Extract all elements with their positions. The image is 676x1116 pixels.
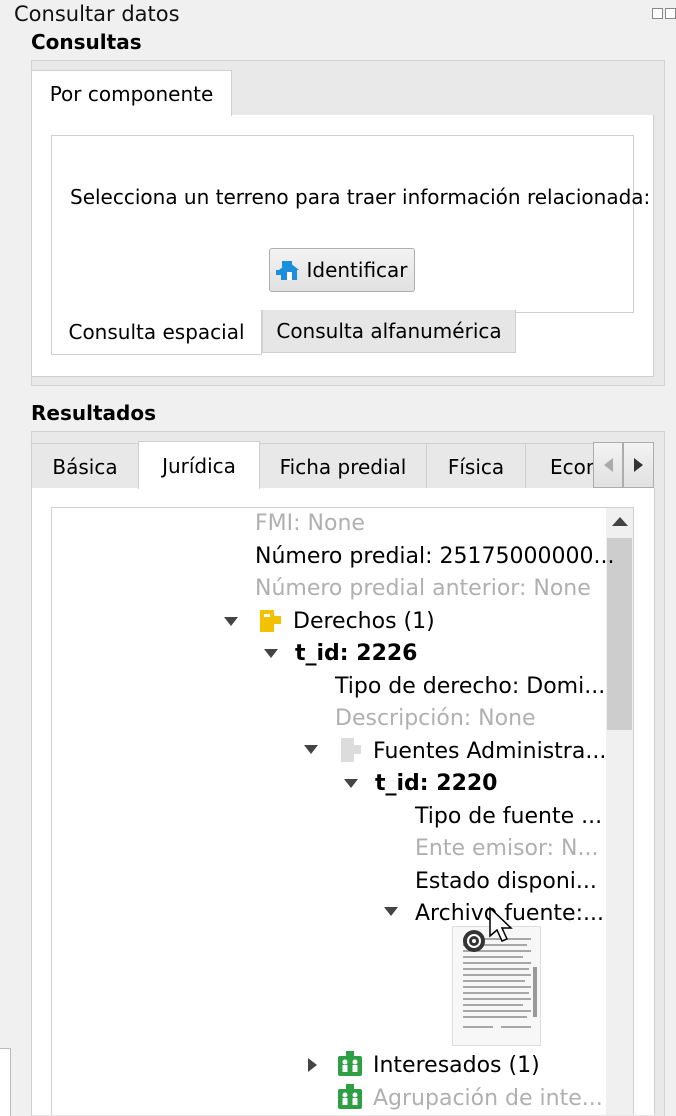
splitter-edge [0, 1048, 11, 1116]
expand-fuente-tid-icon[interactable] [344, 779, 358, 788]
consultas-title: Consultas [31, 30, 142, 54]
tab-economica[interactable]: Econ [525, 443, 595, 489]
resultados-title: Resultados [31, 401, 156, 425]
float-icon[interactable] [652, 8, 663, 19]
tree-numero-predial[interactable]: Número predial: 25175000000... [255, 541, 614, 573]
interesados-icon [337, 1051, 363, 1077]
tab-consulta-alfanumerica[interactable]: Consulta alfanumérica [262, 310, 516, 353]
tab-scroll-right[interactable] [623, 442, 654, 488]
chevron-left-icon [603, 458, 613, 472]
tree-tipo-fuente[interactable]: Tipo de fuente ... [415, 801, 602, 833]
scroll-up-icon[interactable] [612, 517, 628, 526]
fuentes-icon [339, 736, 365, 764]
expand-derecho-tid-icon[interactable] [264, 649, 278, 658]
tab-basica[interactable]: Básica [31, 443, 139, 489]
tree-derecho-tid[interactable]: t_id: 2226 [295, 638, 418, 670]
tab-por-componente[interactable]: Por componente [31, 70, 232, 116]
tree-numero-predial-anterior[interactable]: Número predial anterior: None [255, 573, 591, 605]
identify-label: Identificar [306, 258, 408, 282]
tree-fuentes[interactable]: Fuentes Administra... [373, 736, 606, 768]
tree-agrupacion[interactable]: Agrupación de inte... [373, 1083, 603, 1115]
tab-juridica[interactable]: Jurídica [138, 441, 260, 489]
identify-button[interactable]: Identificar [269, 248, 415, 292]
agrupacion-icon [337, 1084, 363, 1110]
tab-ficha-predial[interactable]: Ficha predial [259, 443, 427, 489]
expand-derechos-icon[interactable] [224, 617, 238, 626]
tree-fmi[interactable]: FMI: None [255, 508, 365, 540]
derechos-icon [259, 608, 285, 634]
tree-descripcion[interactable]: Descripción: None [335, 703, 536, 735]
tab-scroll-left[interactable] [593, 442, 623, 488]
expand-archivo-icon[interactable] [384, 907, 398, 916]
tree-tipo-derecho[interactable]: Tipo de derecho: Domi... [335, 671, 605, 703]
tree-derechos[interactable]: Derechos (1) [293, 606, 435, 638]
tab-fisica[interactable]: Física [426, 443, 526, 489]
chevron-right-icon [634, 458, 643, 472]
close-icon[interactable] [665, 8, 676, 19]
tree-ente-emisor[interactable]: Ente emisor: N... [415, 833, 599, 865]
expand-fuentes-icon[interactable] [304, 745, 318, 754]
tab-consulta-espacial[interactable]: Consulta espacial [51, 310, 262, 355]
tree-fuente-tid[interactable]: t_id: 2220 [375, 768, 498, 800]
home-icon [276, 259, 302, 281]
query-prompt: Selecciona un terreno para traer informa… [70, 185, 651, 209]
dock-title: Consultar datos [14, 2, 180, 26]
tree-estado[interactable]: Estado disponi... [415, 866, 597, 898]
tree-interesados[interactable]: Interesados (1) [373, 1050, 540, 1082]
gear-icon[interactable] [462, 929, 486, 953]
mouse-cursor-icon [488, 906, 514, 944]
expand-interesados-icon[interactable] [308, 1058, 317, 1072]
